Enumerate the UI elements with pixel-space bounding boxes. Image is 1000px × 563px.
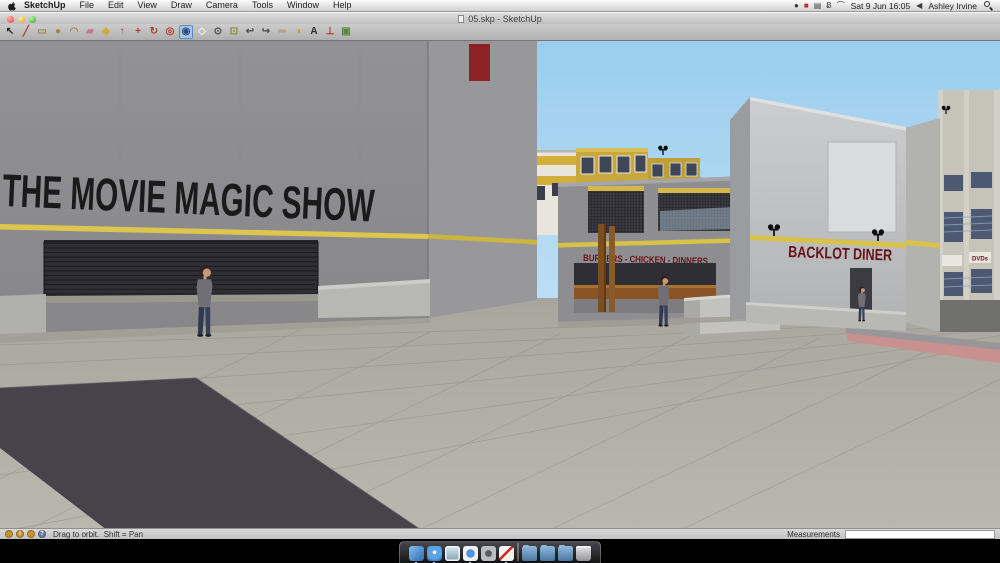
select-tool-icon[interactable]: ↖: [3, 25, 17, 39]
sound-stage-building: THE MOVIE MAGIC SHOW: [0, 41, 537, 343]
dock-preview-icon[interactable]: [445, 546, 460, 561]
rotate-tool-icon[interactable]: ↻: [147, 25, 161, 39]
push-pull-tool-icon[interactable]: ↑: [115, 25, 129, 39]
dock-sketchup-icon[interactable]: [499, 546, 514, 563]
zoom-tool-icon[interactable]: ⊙: [211, 25, 225, 39]
line-tool-icon[interactable]: ╱: [19, 25, 33, 39]
dock-folder-applications-icon[interactable]: [558, 544, 573, 561]
measurements-input[interactable]: [845, 529, 995, 539]
menu-tools[interactable]: Tools: [245, 0, 280, 11]
menu-bar-status-icons: ● ■ ▤ Ƀ ⌒: [794, 1, 845, 11]
offset-tool-icon[interactable]: ◎: [163, 25, 177, 39]
menu-bar-clock[interactable]: Sat 9 Jun 16:05: [851, 1, 911, 11]
menu-draw[interactable]: Draw: [164, 0, 199, 11]
dock-trash-icon[interactable]: [576, 546, 591, 561]
clipboard-icon[interactable]: ▤: [814, 1, 822, 11]
stage-flat-wall: BACKLOT DINER: [730, 97, 906, 331]
menu-camera[interactable]: Camera: [199, 0, 245, 11]
status-bar: i? Drag to orbit. Shift = Pan Measuremen…: [0, 528, 1000, 539]
dock-finder-icon[interactable]: [409, 546, 424, 563]
move-tool-icon[interactable]: +: [131, 25, 145, 39]
bluetooth-icon[interactable]: Ƀ: [826, 1, 831, 11]
document-icon: [458, 14, 465, 23]
section-plane-tool-icon[interactable]: ▣: [339, 25, 353, 39]
dock-folder-documents-icon[interactable]: [522, 544, 537, 561]
red-banner: [469, 44, 490, 81]
dock-separator: [517, 543, 519, 561]
apple-menu-icon[interactable]: [8, 1, 16, 11]
modeling-canvas[interactable]: DVDs BURGERS - CHICKEN - DINNERS BACKLOT…: [0, 41, 1000, 528]
menu-sketchup[interactable]: SketchUp: [20, 0, 73, 11]
window-title: 05.skp - SketchUp: [468, 13, 542, 24]
background-buildings: DVDs: [905, 90, 1000, 332]
rectangle-tool-icon[interactable]: ▭: [35, 25, 49, 39]
zoom-window-button[interactable]: [29, 15, 36, 23]
pan-tool-icon[interactable]: ◇: [195, 25, 209, 39]
viewport: DVDs BURGERS - CHICKEN - DINNERS BACKLOT…: [0, 41, 1000, 528]
info-icon[interactable]: i: [16, 530, 24, 538]
paint-bucket-tool-icon[interactable]: ◆: [99, 25, 113, 39]
dock-itunes-icon[interactable]: [463, 546, 478, 563]
desktop: [0, 539, 1000, 563]
menu-bar: SketchUp File Edit View Draw Camera Tools Wind…: [0, 0, 1000, 12]
zoom-extents-tool-icon[interactable]: ⊡: [227, 25, 241, 39]
window-title-bar[interactable]: 05.skp - SketchUp: [0, 12, 1000, 24]
displays-icon[interactable]: ■: [804, 1, 809, 11]
eraser-tool-icon[interactable]: ▰: [83, 25, 97, 39]
arc-tool-icon[interactable]: ◠: [67, 25, 81, 39]
measurements-label: Measurements: [787, 529, 840, 539]
dock-folder-downloads-icon[interactable]: [540, 544, 555, 561]
screen: SketchUp File Edit View Draw Camera Tools Wind…: [0, 0, 1000, 563]
menu-file[interactable]: File: [73, 0, 102, 11]
menu-help[interactable]: Help: [326, 0, 359, 11]
backlot-diner-sign-text: BACKLOT DINER: [788, 244, 893, 265]
menu-window[interactable]: Window: [280, 0, 326, 11]
previous-view-tool-icon[interactable]: ↩: [243, 25, 257, 39]
spotlight-icon[interactable]: [983, 0, 993, 11]
protractor-tool-icon[interactable]: ◑: [291, 25, 305, 39]
minimize-window-button[interactable]: [18, 15, 25, 23]
status-bar-icons: i?: [5, 530, 46, 538]
menu-view[interactable]: View: [131, 0, 164, 11]
fast-user-switch-label[interactable]: Ashley Irvine: [928, 1, 977, 11]
geo-icon[interactable]: [5, 530, 13, 538]
dock-system-preferences-icon[interactable]: [481, 546, 496, 561]
dock: [399, 541, 601, 563]
menu-edit[interactable]: Edit: [101, 0, 131, 11]
credits-icon[interactable]: [27, 530, 35, 538]
time-machine-icon[interactable]: ●: [794, 1, 799, 11]
help-icon[interactable]: ?: [38, 530, 46, 538]
close-window-button[interactable]: [7, 15, 14, 23]
wifi-icon[interactable]: ⌒: [837, 1, 845, 11]
circle-tool-icon[interactable]: ●: [51, 25, 65, 39]
menu-items: File Edit View Draw Camera Tools Window Help: [73, 0, 359, 11]
text-tool-icon[interactable]: A: [307, 25, 321, 39]
status-hint: Drag to orbit. Shift = Pan: [53, 529, 144, 539]
orbit-tool-icon[interactable]: ◉: [179, 25, 193, 39]
volume-icon[interactable]: ◀: [916, 1, 922, 11]
dock-safari-icon[interactable]: [427, 546, 442, 563]
dvd-shop-sign: DVDs: [972, 257, 989, 263]
toolbar-tools: ↖ ╱ ▭ ● ◠ ▰ ◆ ↑ + ↻ ◎ ◉ ◇ ⊙ ⊡ ↩ ↪ ═ ◑ A ⊥ ▣: [0, 24, 1000, 41]
axes-tool-icon[interactable]: ⊥: [323, 25, 337, 39]
next-view-tool-icon[interactable]: ↪: [259, 25, 273, 39]
tape-measure-tool-icon[interactable]: ═: [275, 25, 289, 39]
